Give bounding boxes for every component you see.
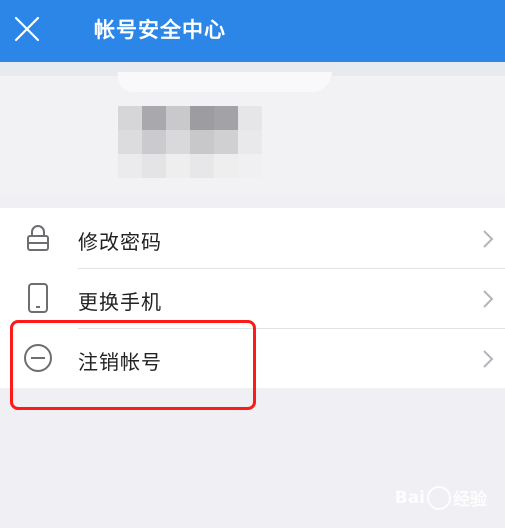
mosaic-tile bbox=[166, 106, 190, 130]
watermark-suffix: 经验 bbox=[453, 490, 487, 510]
chevron-right-icon bbox=[483, 230, 494, 248]
watermark-prefix: Bai bbox=[394, 487, 425, 508]
menu-item-cancel-account[interactable]: 注销帐号 bbox=[0, 328, 505, 388]
chevron-right-icon bbox=[483, 350, 494, 368]
mosaic-tile bbox=[214, 130, 238, 154]
mosaic-tile bbox=[118, 154, 142, 178]
phone-icon bbox=[28, 283, 48, 313]
app-header: 帐号安全中心 bbox=[0, 0, 505, 62]
mosaic-tile bbox=[118, 130, 142, 154]
baidu-jingyan-watermark: Bai 经验 bbox=[395, 485, 487, 510]
mosaic-tile bbox=[238, 106, 262, 130]
menu-item-label: 注销帐号 bbox=[78, 350, 162, 374]
mosaic-tile bbox=[166, 130, 190, 154]
mosaic-tile bbox=[142, 106, 166, 130]
security-menu: 修改密码 更换手机 注销帐号 bbox=[0, 208, 505, 388]
menu-item-change-phone[interactable]: 更换手机 bbox=[0, 268, 505, 328]
close-icon bbox=[14, 16, 40, 42]
page-title: 帐号安全中心 bbox=[94, 18, 226, 42]
mosaic-tile bbox=[142, 130, 166, 154]
mosaic-tile bbox=[238, 154, 262, 178]
paw-logo-icon bbox=[427, 485, 451, 510]
mosaic-tile bbox=[142, 154, 166, 178]
mosaic-tile bbox=[214, 154, 238, 178]
account-avatar-edge bbox=[118, 72, 332, 92]
account-info-card bbox=[0, 72, 505, 196]
menu-item-label: 更换手机 bbox=[78, 290, 162, 314]
blurred-account-name bbox=[118, 106, 262, 178]
mosaic-tile bbox=[190, 106, 214, 130]
menu-item-change-password[interactable]: 修改密码 bbox=[0, 208, 505, 268]
mosaic-tile bbox=[118, 106, 142, 130]
mosaic-tile bbox=[214, 106, 238, 130]
chevron-right-icon bbox=[483, 290, 494, 308]
lock-icon bbox=[27, 225, 49, 251]
minus-circle-icon bbox=[24, 344, 52, 372]
mosaic-tile bbox=[190, 154, 214, 178]
mosaic-tile bbox=[190, 130, 214, 154]
mosaic-tile bbox=[166, 154, 190, 178]
close-button[interactable] bbox=[10, 12, 44, 46]
menu-item-label: 修改密码 bbox=[78, 230, 162, 254]
mosaic-tile bbox=[238, 130, 262, 154]
